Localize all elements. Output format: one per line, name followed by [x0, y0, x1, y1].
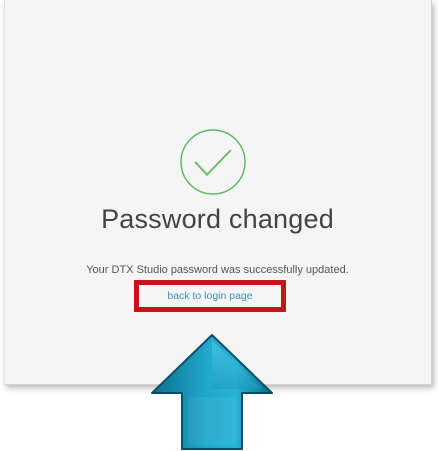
- screenshot-stage: Password changed Your DTX Studio passwor…: [0, 0, 438, 451]
- highlight-box: [134, 280, 286, 312]
- page-title: Password changed: [101, 204, 334, 234]
- password-changed-panel: Password changed Your DTX Studio passwor…: [4, 0, 432, 385]
- up-arrow-icon: [151, 334, 273, 450]
- success-message: Your DTX Studio password was successfull…: [86, 264, 349, 276]
- check-circle-icon: [180, 129, 246, 195]
